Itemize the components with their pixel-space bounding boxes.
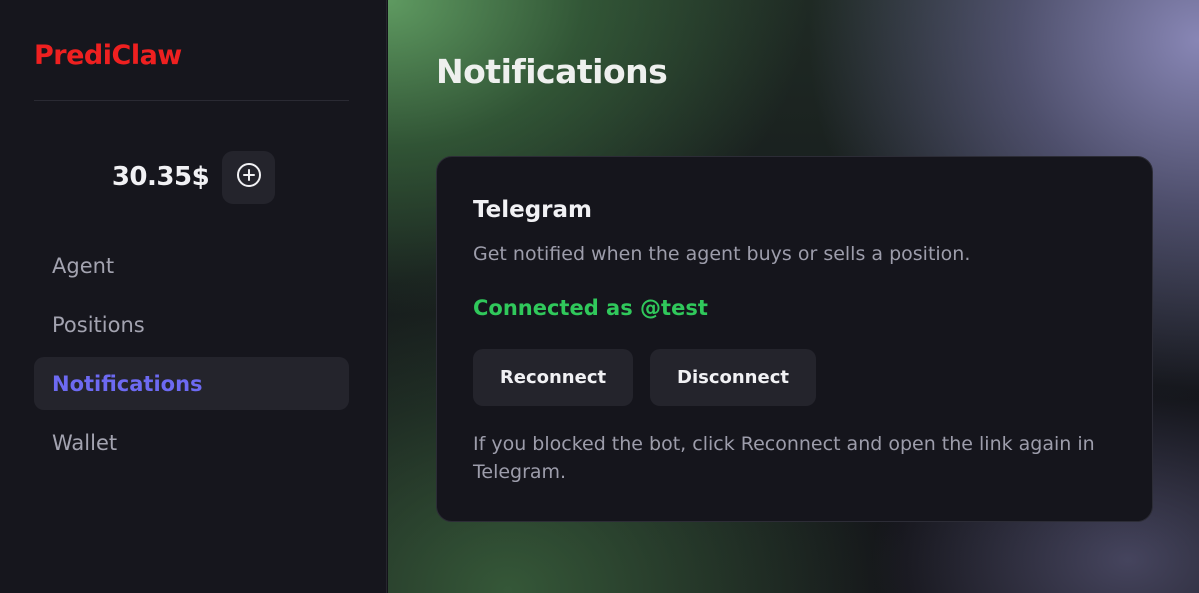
card-title: Telegram [473, 197, 593, 223]
nav-item-label: Notifications [52, 371, 203, 396]
add-funds-button[interactable] [222, 150, 276, 204]
sidebar: PrediClaw 30.35$ Agent Positions Notific… [0, 0, 387, 593]
help-text: If you blocked the bot, click Reconnect … [473, 433, 1095, 483]
sidebar-divider [34, 100, 349, 101]
card-description: Get notified when the agent buys or sell… [473, 243, 971, 265]
connection-status: Connected as @test [473, 296, 708, 320]
app-window: PrediClaw 30.35$ Agent Positions Notific… [0, 0, 1199, 593]
main-content: Notifications Telegram Get notified when… [388, 0, 1199, 593]
balance-amount: 30.35$ [111, 162, 210, 192]
page-title: Notifications [436, 52, 668, 91]
nav-item-label: Wallet [52, 430, 118, 455]
telegram-card: Telegram Get notified when the agent buy… [436, 156, 1153, 522]
balance-section: 30.35$ [0, 150, 387, 204]
card-actions: Reconnect Disconnect [473, 349, 816, 406]
plus-circle-icon [236, 162, 262, 192]
nav-item-label: Agent [52, 253, 115, 278]
brand-logo[interactable]: PrediClaw [34, 40, 182, 71]
disconnect-button[interactable]: Disconnect [650, 349, 816, 406]
nav-item-notifications[interactable]: Notifications [34, 357, 349, 410]
nav-item-agent[interactable]: Agent [34, 239, 349, 292]
nav-item-label: Positions [52, 312, 145, 337]
nav-item-wallet[interactable]: Wallet [34, 416, 349, 469]
nav-item-positions[interactable]: Positions [34, 298, 349, 351]
reconnect-button[interactable]: Reconnect [473, 349, 633, 406]
sidebar-nav: Agent Positions Notifications Wallet [34, 239, 349, 475]
